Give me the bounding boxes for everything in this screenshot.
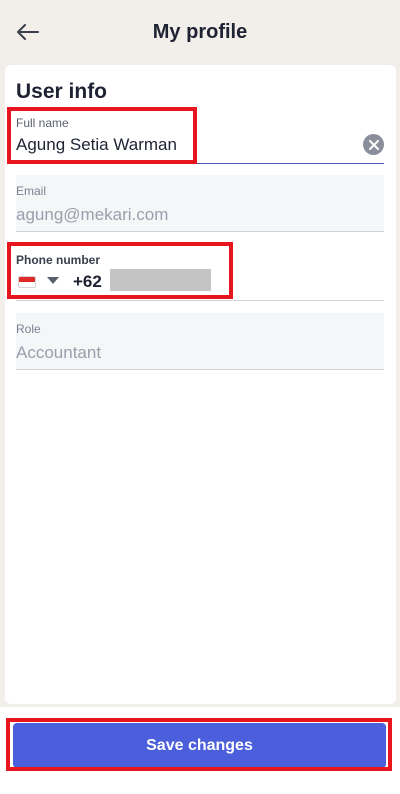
section-title: User info	[16, 80, 108, 103]
arrow-left-icon	[17, 24, 39, 40]
email-value: agung@mekari.com	[16, 205, 169, 224]
phone-number-field[interactable]: Phone number +62	[16, 245, 384, 301]
indonesia-flag-icon[interactable]	[18, 276, 36, 288]
user-info-card: User info Full name Agung Setia Warman E…	[5, 65, 396, 704]
footer: Save changes	[0, 707, 400, 794]
field-underline	[16, 369, 384, 370]
back-button[interactable]	[12, 16, 44, 48]
dial-code: +62	[73, 272, 102, 291]
full-name-label: Full name	[16, 116, 69, 130]
email-label: Email	[16, 184, 47, 198]
page-title: My profile	[152, 20, 248, 43]
field-underline	[16, 163, 384, 164]
save-changes-button[interactable]: Save changes	[13, 723, 386, 768]
phone-number-input[interactable]	[110, 269, 211, 291]
email-field: Email agung@mekari.com	[16, 175, 384, 232]
field-underline	[16, 231, 384, 232]
field-underline	[16, 300, 384, 301]
clear-circle-icon	[368, 139, 379, 150]
full-name-field[interactable]: Full name Agung Setia Warman	[16, 109, 384, 164]
country-dropdown-icon[interactable]	[47, 277, 59, 284]
header: My profile	[0, 0, 400, 64]
role-field: Role Accountant	[16, 313, 384, 370]
role-label: Role	[16, 322, 41, 336]
clear-button[interactable]	[363, 134, 384, 155]
role-value: Accountant	[16, 343, 102, 362]
full-name-value[interactable]: Agung Setia Warman	[16, 135, 177, 155]
phone-number-label: Phone number	[16, 253, 101, 267]
